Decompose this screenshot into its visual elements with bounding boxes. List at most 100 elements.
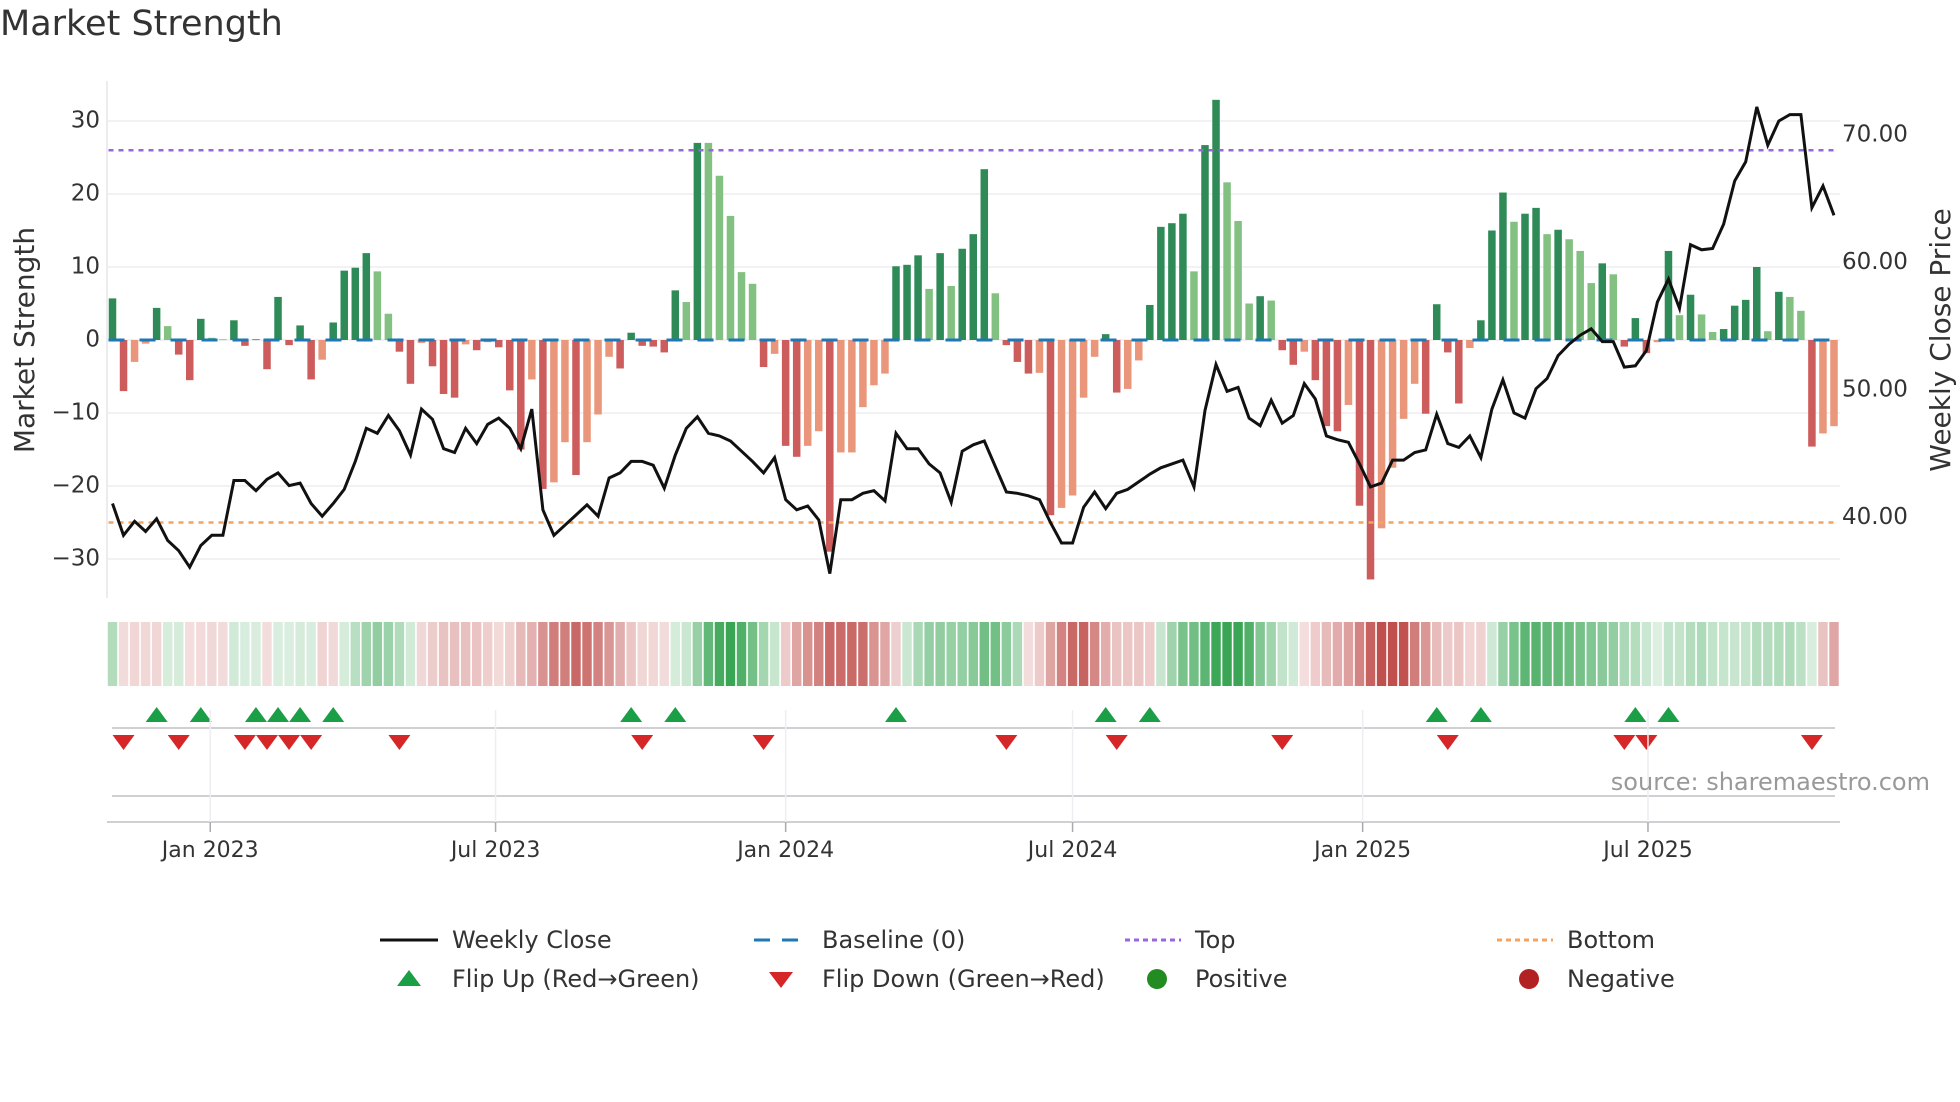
y2-tick-label: 60.00 [1842, 249, 1908, 275]
x-tick-label: Jan 2025 [1312, 838, 1411, 863]
heat-cell [1299, 622, 1310, 686]
strength-bar [506, 340, 514, 391]
strength-bar [108, 298, 117, 340]
heat-cell [1674, 622, 1685, 686]
heat-cell [1332, 622, 1343, 686]
heat-cell [1818, 622, 1828, 686]
heat-cell [372, 622, 383, 686]
flip-down-marker [1613, 735, 1636, 750]
strength-bar [759, 340, 768, 368]
strength-bar [660, 340, 669, 353]
heat-cell [295, 622, 305, 686]
heat-cell [1476, 622, 1486, 686]
heat-cell [383, 622, 394, 686]
strength-bar [572, 340, 580, 476]
strength-bar [1432, 304, 1441, 340]
heat-cell [913, 622, 923, 686]
strength-bar [395, 340, 404, 352]
flip-down-marker [278, 735, 301, 750]
heat-cell [1288, 622, 1298, 686]
heat-cell [736, 622, 747, 686]
strength-bar [704, 142, 713, 340]
heat-cell [394, 622, 405, 686]
heat-cell [1487, 622, 1497, 686]
strength-bar [561, 340, 569, 443]
x-tick-label: Jul 2025 [1601, 838, 1693, 863]
y-tick-label: −10 [51, 400, 100, 426]
strength-bar [1146, 304, 1154, 340]
heat-cell [1045, 622, 1056, 686]
strength-bar [826, 340, 834, 552]
heat-cell [1409, 622, 1420, 686]
legend-baseline: Baseline (0) [754, 922, 965, 958]
flip-down-marker [752, 735, 775, 750]
legend-negative: Negative [1497, 961, 1675, 997]
heat-cell [1785, 622, 1795, 686]
heat-cell [1266, 622, 1276, 686]
legend-label: Weekly Close [452, 926, 612, 954]
heat-cell [1685, 622, 1696, 686]
heat-cell [571, 622, 581, 686]
y-tick-label: 0 [85, 327, 100, 353]
heat-cell [1520, 622, 1530, 686]
flip-down-marker [1436, 735, 1459, 750]
strength-bar [1675, 315, 1684, 340]
strength-bar [373, 271, 382, 340]
strength-bar [737, 272, 746, 340]
flip-down-marker [1271, 735, 1294, 750]
strength-bar [1168, 223, 1176, 340]
triangle-up-icon [397, 970, 421, 986]
heat-cell [747, 622, 758, 686]
strength-bar [991, 293, 1000, 340]
heat-cell [1321, 622, 1332, 686]
heat-cell [714, 622, 725, 686]
strength-bar [1719, 329, 1728, 340]
heat-cell [1012, 622, 1023, 686]
y-tick-label: −30 [51, 546, 100, 572]
heat-cell [1763, 622, 1773, 686]
strength-bar [1830, 340, 1838, 427]
heat-cell [1575, 622, 1585, 686]
dashed-line-icon [754, 938, 808, 942]
heat-cell [1211, 622, 1221, 686]
strength-bar [682, 302, 691, 340]
strength-bar [1488, 230, 1496, 340]
heat-cell [582, 622, 592, 686]
heat-cell [229, 622, 239, 686]
heat-cell [284, 622, 294, 686]
source-credit: source: sharemaestro.com [1610, 768, 1930, 796]
dotted-line-icon [1497, 938, 1553, 942]
heat-cell [1222, 622, 1232, 686]
strength-bar [605, 340, 613, 357]
heat-cell [1630, 622, 1641, 686]
flip-down-marker [112, 735, 135, 750]
strength-bar [307, 340, 315, 380]
heat-cell [549, 622, 559, 686]
strength-bar [1333, 340, 1342, 432]
strength-bar [1819, 340, 1827, 434]
heat-cell [880, 622, 890, 686]
heat-cell [482, 622, 493, 686]
heat-cell [626, 622, 636, 686]
heat-cell [615, 622, 625, 686]
strength-bar [958, 248, 966, 340]
heat-cell [339, 622, 349, 686]
heat-cell [1443, 622, 1453, 686]
strength-bar [1322, 340, 1331, 427]
strength-bar [1179, 213, 1187, 340]
heat-cell [725, 622, 736, 686]
strength-bar [1565, 239, 1573, 340]
strength-bar [197, 318, 205, 340]
strength-bar [1079, 340, 1088, 398]
heat-cell [306, 622, 316, 686]
heat-cell [1123, 622, 1133, 686]
strength-bar [748, 283, 757, 340]
strength-bar [848, 340, 856, 453]
legend-weekly-close: Weekly Close [380, 922, 612, 958]
strength-bar [1366, 340, 1375, 580]
strength-bar [616, 340, 624, 369]
flip-down-marker [1800, 735, 1823, 750]
strength-bar [1708, 331, 1717, 340]
heat-cell [1156, 622, 1166, 686]
strength-bar [130, 340, 139, 362]
